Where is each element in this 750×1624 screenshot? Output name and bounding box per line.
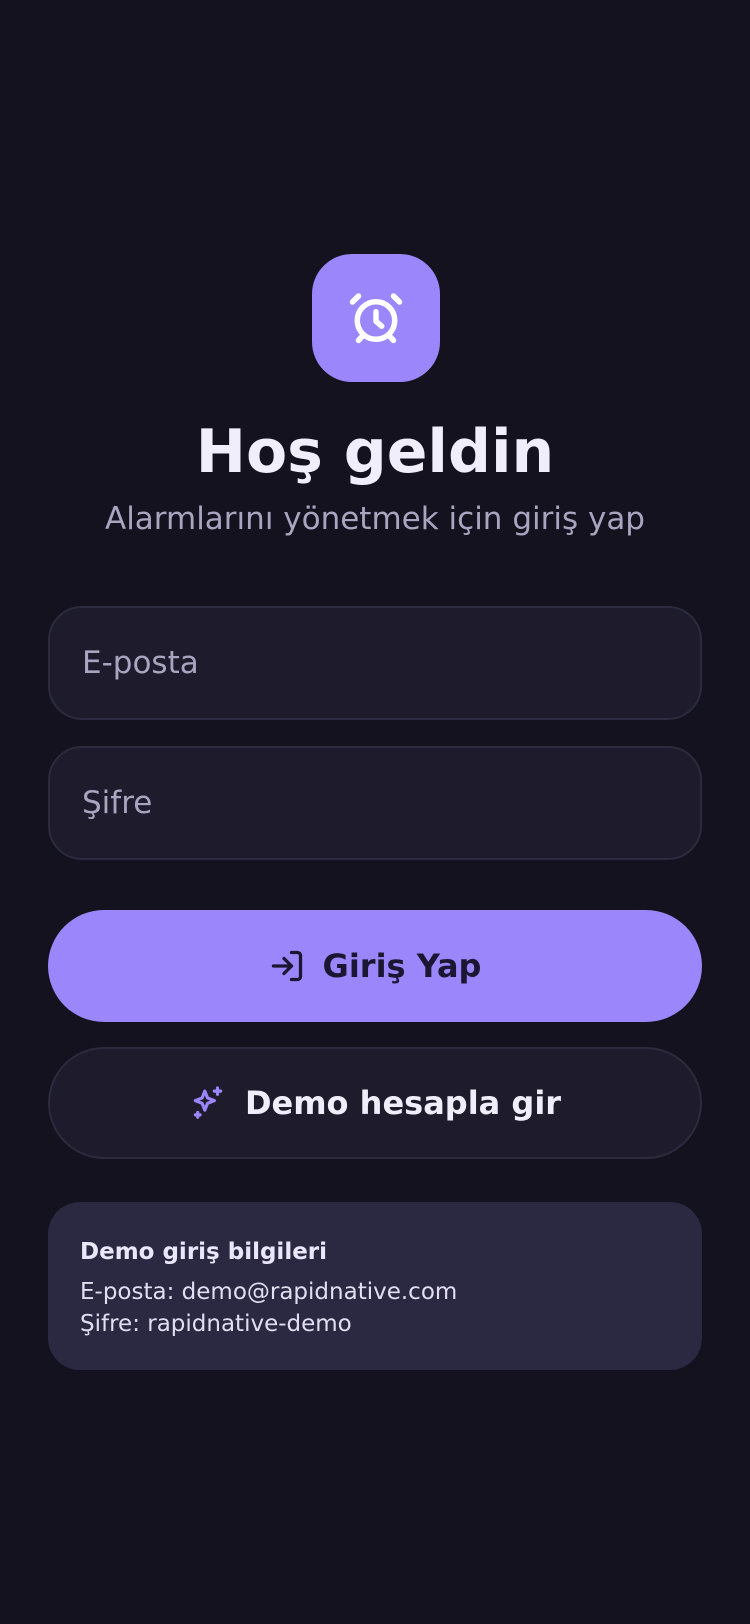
- demo-login-button[interactable]: Demo hesapla gir: [48, 1047, 702, 1159]
- password-field[interactable]: [50, 748, 700, 858]
- login-button-label: Giriş Yap: [322, 947, 482, 985]
- alarm-clock-icon: [349, 293, 403, 344]
- sparkles-icon: [189, 1084, 227, 1122]
- login-button[interactable]: Giriş Yap: [48, 910, 702, 1022]
- demo-email-line: E-posta: demo@rapidnative.com: [80, 1279, 458, 1305]
- demo-credentials-card: Demo giriş bilgileri E-posta: demo@rapid…: [48, 1202, 702, 1370]
- page-title: Hoş geldin: [195, 417, 555, 487]
- app-logo: [312, 254, 440, 382]
- email-field[interactable]: [50, 608, 700, 718]
- demo-password-line: Şifre: rapidnative-demo: [80, 1311, 352, 1337]
- demo-login-button-label: Demo hesapla gir: [244, 1084, 562, 1122]
- demo-credentials-title: Demo giriş bilgileri: [80, 1239, 328, 1265]
- password-field-container[interactable]: [48, 746, 702, 860]
- page-subtitle: Alarmlarını yönetmek için giriş yap: [104, 501, 645, 537]
- login-screen: Hoş geldin Alarmlarını yönetmek için gir…: [0, 0, 750, 1624]
- email-field-container[interactable]: [48, 606, 702, 720]
- log-in-icon: [269, 948, 305, 984]
